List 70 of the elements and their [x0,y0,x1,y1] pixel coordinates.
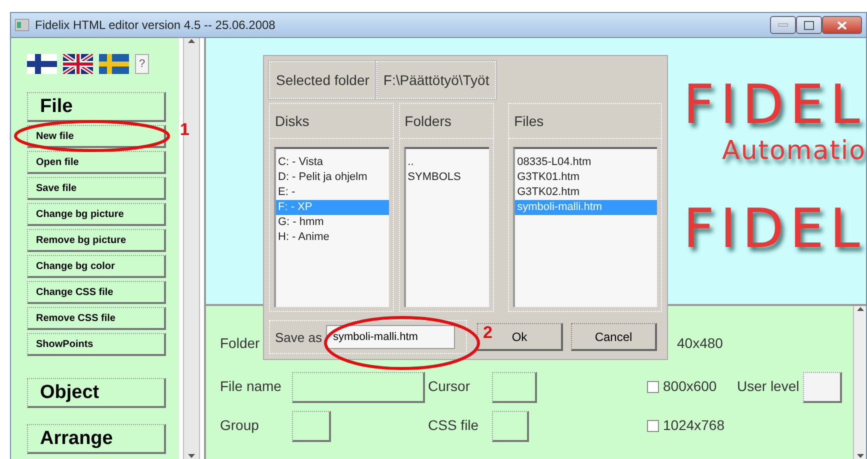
cursor-field[interactable] [492,372,537,402]
minimize-button[interactable] [770,16,796,34]
css-file-label: CSS file [428,418,480,434]
menu-button[interactable]: New file [27,125,166,148]
list-item[interactable]: H: - Anime [276,230,389,245]
minimize-icon [778,23,788,27]
finnish-flag-icon[interactable] [27,54,57,74]
annotation-number: 1 [180,120,190,140]
selected-folder-path: F:\Päättötyö\Työt [376,61,496,99]
logo-text: FIDEL [683,202,866,256]
pane-title: Files [509,104,661,139]
scrollbar[interactable] [183,38,200,459]
save-as-field[interactable]: symboli-malli.htm [326,325,455,349]
logo-text: Automatio [722,138,866,164]
pane-title: Folders [400,104,494,139]
list-item[interactable]: G3TK02.htm [515,185,657,200]
menu-button[interactable]: Change bg color [27,255,166,278]
annotation-number: 2 [483,323,492,343]
group-field[interactable] [292,410,331,442]
british-flag-icon[interactable] [63,54,93,74]
menu-button[interactable]: Change bg picture [27,203,166,226]
resolution-label: 800x600 [663,379,717,395]
file-list[interactable]: 08335-L04.htm G3TK01.htm G3TK02.htm symboli-malli.htm [513,147,657,307]
list-item[interactable]: SYMBOLS [406,170,490,185]
close-icon [837,20,847,30]
list-item[interactable]: .. [406,155,490,170]
swedish-flag-icon[interactable] [99,54,129,74]
scroll-down-icon[interactable] [188,454,195,459]
group-label: Group [220,418,260,434]
section-header-button[interactable]: Object [27,378,166,408]
user-level-label: User level [737,379,800,395]
file-name-field[interactable] [292,372,425,402]
help-button[interactable]: ? [135,54,149,74]
list-item[interactable]: G3TK01.htm [515,170,657,185]
menu-button[interactable]: Remove bg picture [27,229,166,252]
scroll-up-icon[interactable] [856,306,864,311]
menu-button[interactable]: Change CSS file [27,281,166,304]
checkbox[interactable] [647,420,659,432]
list-item[interactable]: D: - Pelit ja ohjelm [276,170,389,185]
scrollbar[interactable] [853,306,866,459]
resolution-label: 1024x768 [663,418,725,434]
window-title: Fidelix HTML editor version 4.5 -- 25.06.2008 [35,18,276,32]
file-name-label: File name [220,379,282,395]
save-as-label: Save as [275,330,322,344]
menu-button[interactable]: Remove CSS file [27,307,166,330]
selected-folder-label: Selected folder [269,61,376,99]
user-level-field[interactable] [803,372,842,402]
menu-button[interactable]: ShowPoints [27,333,166,356]
close-button[interactable] [822,16,862,34]
file-list[interactable]: C: - Vista D: - Pelit ja ohjelm E: - F: - XP G: - hmm H: - Anime [274,147,389,307]
logo-text: FIDEL [683,78,866,132]
menu-button[interactable]: Save file [27,177,166,200]
cancel-button[interactable]: Cancel [571,323,657,351]
list-item[interactable]: E: - [276,185,389,200]
maximize-button[interactable] [796,16,822,34]
css-file-field[interactable] [492,410,529,442]
menu-button[interactable]: Open file [27,151,166,174]
scroll-down-icon[interactable] [856,454,864,459]
list-item[interactable]: G: - hmm [276,215,389,230]
section-header-button[interactable]: Arrange [27,424,166,454]
maximize-icon [804,20,814,30]
checkbox[interactable] [647,380,659,393]
file-list[interactable]: .. SYMBOLS [404,147,490,307]
app-icon [15,19,29,31]
resolution-label: 40x480 [677,336,723,352]
pane-title: Disks [270,104,393,139]
list-item[interactable]: C: - Vista [276,155,389,170]
list-item[interactable]: 08335-L04.htm [515,155,657,170]
cursor-label: Cursor [428,379,472,395]
section-header-button[interactable]: File [27,92,166,122]
